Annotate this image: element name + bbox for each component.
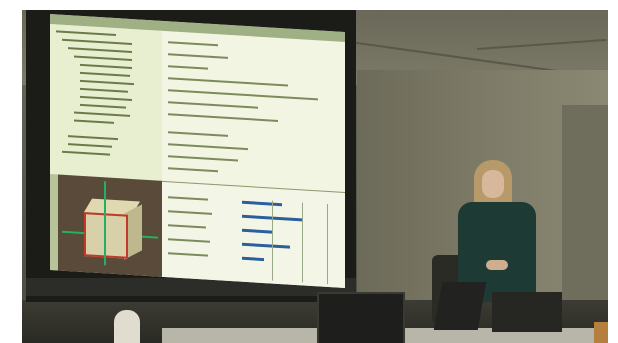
3d-viewport [58, 174, 162, 277]
tree-item [62, 150, 110, 156]
property-row [168, 89, 318, 101]
tree-item [68, 47, 132, 54]
result-bar [242, 228, 272, 234]
tree-item [56, 30, 116, 37]
property-row [168, 77, 288, 87]
room-photo [22, 10, 608, 343]
tree-item [80, 103, 126, 109]
property-row [168, 65, 208, 70]
laptop [433, 282, 487, 330]
cube-model-front-selected [84, 212, 128, 259]
result-bar [242, 256, 264, 262]
grid-row-label [168, 252, 208, 257]
coffee-cup [594, 322, 608, 343]
model-tree-panel [50, 24, 163, 181]
tree-item [74, 111, 130, 117]
tree-item [68, 135, 118, 141]
laptop [317, 292, 405, 343]
property-row [168, 131, 228, 137]
chair [114, 310, 140, 343]
grid-divider [302, 202, 303, 283]
tree-item [80, 63, 132, 70]
grid-divider [272, 200, 273, 281]
result-bar [242, 200, 282, 207]
result-bar [242, 242, 290, 249]
laptop [492, 292, 562, 332]
property-row [168, 41, 218, 47]
tree-item [74, 119, 114, 124]
property-row [168, 155, 238, 162]
viewport-toolbar [50, 174, 58, 271]
tree-item [62, 38, 132, 46]
grid-divider [327, 203, 328, 285]
results-grid-panel [162, 180, 345, 289]
tree-item [80, 87, 128, 93]
property-row [168, 167, 218, 173]
grid-row-label [168, 196, 208, 201]
grid-row-label [168, 238, 210, 243]
projected-software-window [50, 14, 345, 289]
property-row [168, 53, 228, 59]
image-frame [0, 0, 618, 343]
axis-gizmo-vertical [104, 181, 106, 266]
tree-item [80, 95, 132, 102]
grid-row-label [168, 224, 206, 229]
grid-row-label [168, 210, 212, 215]
tree-item [68, 143, 112, 148]
presenter-face [482, 170, 504, 198]
property-row [168, 113, 278, 122]
tree-item [74, 55, 132, 62]
property-row [168, 101, 258, 109]
property-row [168, 143, 248, 151]
presenter-hands [486, 260, 508, 270]
tree-item [80, 79, 134, 86]
properties-panel [162, 30, 345, 193]
tree-item [80, 71, 130, 77]
door [562, 105, 608, 305]
